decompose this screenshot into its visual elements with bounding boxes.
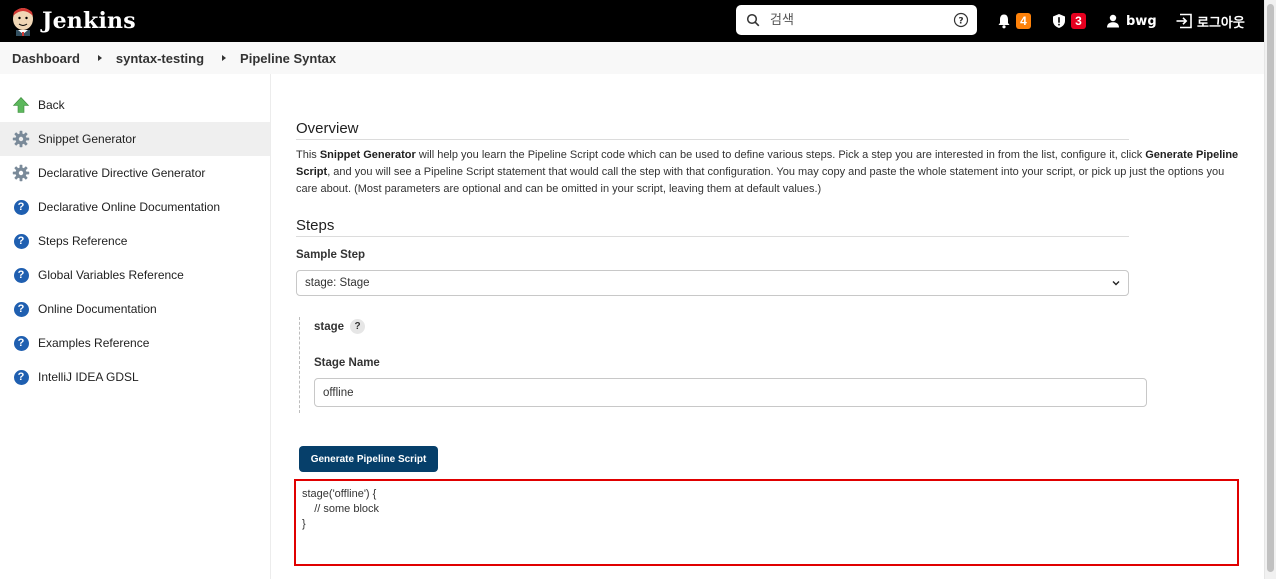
breadcrumb-syntax-testing[interactable]: syntax-testing [116,51,204,66]
generated-script-output[interactable]: stage('offline') { // some block } [294,479,1239,566]
sidebar-item-global-variables-reference[interactable]: ? Global Variables Reference [0,258,270,292]
jenkins-logo-icon [13,8,33,36]
app-name: Jenkins [42,8,136,34]
sidebar-item-back[interactable]: Back [0,88,270,122]
help-circle-icon: ? [13,199,29,215]
help-circle-icon: ? [13,267,29,283]
security-button[interactable]: 3 [1051,0,1086,42]
top-header: Jenkins ? 4 3 bwg [0,0,1264,42]
steps-title: Steps [296,217,1129,237]
user-name: bwg [1126,13,1157,29]
sidebar-item-declarative-online-documentation[interactable]: ? Declarative Online Documentation [0,190,270,224]
breadcrumb-chevron-icon [97,55,102,61]
sidebar-item-intellij-idea-gdsl[interactable]: ? IntelliJ IDEA GDSL [0,360,270,394]
sidebar: Back Snippet Generator Declarative Direc… [0,88,270,394]
help-circle-icon: ? [13,233,29,249]
security-badge: 3 [1071,13,1086,29]
search-input[interactable] [770,12,940,28]
help-circle-icon: ? [13,335,29,351]
notifications-badge: 4 [1016,13,1031,29]
breadcrumb: Dashboard syntax-testing Pipeline Syntax [0,42,1264,74]
breadcrumb-dashboard[interactable]: Dashboard [12,51,80,66]
help-icon[interactable]: ? [953,12,969,28]
step-name: stage ? [314,317,1256,334]
scrollbar-thumb[interactable] [1267,4,1274,572]
sidebar-item-online-documentation[interactable]: ? Online Documentation [0,292,270,326]
overview-text: This Snippet Generator will help you lea… [296,149,1239,195]
jenkins-logo[interactable]: Jenkins [10,6,136,36]
user-menu[interactable]: bwg [1106,0,1157,42]
sidebar-item-label: Steps Reference [38,234,128,248]
sidebar-item-label: Back [38,98,65,112]
sidebar-item-label: Global Variables Reference [38,268,184,282]
search-box[interactable]: ? [736,5,977,35]
gear-icon [12,130,30,148]
step-name-label: stage [314,320,345,333]
shield-icon [1053,14,1065,28]
sidebar-item-steps-reference[interactable]: ? Steps Reference [0,224,270,258]
sidebar-item-snippet-generator[interactable]: Snippet Generator [0,122,270,156]
sidebar-item-label: Examples Reference [38,336,150,350]
sidebar-item-label: Declarative Online Documentation [38,200,221,214]
step-config-block: stage ? Stage Name [299,317,1256,413]
chevron-down-icon [1112,281,1120,286]
generate-pipeline-script-button[interactable]: Generate Pipeline Script [299,446,438,472]
sidebar-item-examples-reference[interactable]: ? Examples Reference [0,326,270,360]
breadcrumb-chevron-icon [222,55,227,61]
up-arrow-icon [12,96,30,114]
help-circle-icon: ? [13,369,29,385]
logout-label: 로그아웃 [1197,15,1245,31]
logout-button[interactable]: 로그아웃 [1175,0,1245,42]
help-circle-icon: ? [13,301,29,317]
user-icon [1107,14,1119,28]
svg-text:?: ? [958,17,963,27]
overview-title: Overview [296,120,1129,140]
sidebar-item-label: IntelliJ IDEA GDSL [38,370,139,384]
notifications-button[interactable]: 4 [996,0,1031,42]
main-content: Overview This Snippet Generator will hel… [296,120,1256,413]
sidebar-divider [270,74,271,579]
sample-step-label: Sample Step [296,249,366,261]
sample-step-value: stage: Stage [305,277,370,289]
page-scrollbar[interactable] [1264,0,1276,579]
logout-icon [1176,13,1192,29]
sidebar-item-label: Snippet Generator [38,132,137,146]
sidebar-item-label: Online Documentation [38,302,157,316]
breadcrumb-pipeline-syntax[interactable]: Pipeline Syntax [240,51,336,66]
bell-icon [998,14,1010,29]
search-icon [746,13,760,27]
gear-icon [12,164,30,182]
stage-name-input[interactable] [314,378,1147,407]
step-help-icon[interactable]: ? [350,319,366,334]
sidebar-item-label: Declarative Directive Generator [38,166,206,180]
stage-name-label: Stage Name [314,357,380,369]
sidebar-item-declarative-directive-generator[interactable]: Declarative Directive Generator [0,156,270,190]
sample-step-select[interactable]: stage: Stage [296,270,1129,296]
